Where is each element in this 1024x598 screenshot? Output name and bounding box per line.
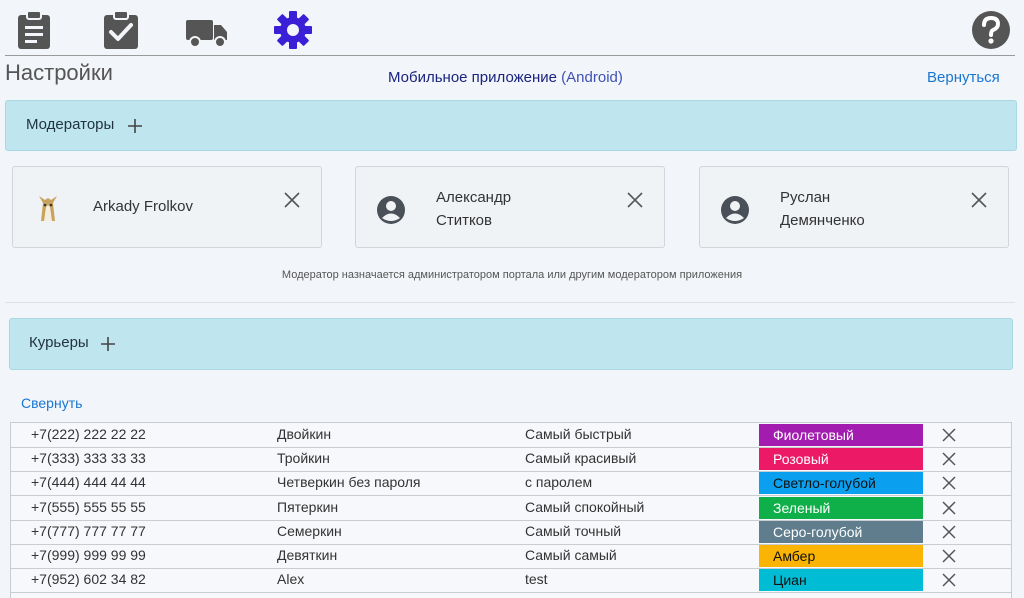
back-link[interactable]: Вернуться (927, 69, 1000, 86)
moderator-name: Александр Ститков (436, 186, 511, 232)
remove-courier-icon[interactable] (941, 500, 957, 516)
moderator-card: Александр Ститков (355, 166, 665, 248)
courier-name: Двойкин (277, 426, 332, 442)
courier-name: Девяткин (277, 547, 338, 563)
courier-phone: +7(222) 222 22 22 (31, 426, 146, 442)
moderators-section-bar: Модераторы (5, 100, 1017, 151)
moderator-last-name: Ститков (436, 212, 492, 229)
moderator-hint: Модератор назначается администратором по… (281, 269, 743, 281)
moderator-name: Arkady Frolkov (93, 198, 194, 215)
courier-description: test (525, 571, 548, 588)
collapse-link[interactable]: Свернуть (21, 395, 82, 411)
courier-name: Тройкин (277, 450, 330, 467)
courier-phone: +7(555) 555 55 55 (31, 498, 146, 515)
courier-description: с паролем (525, 474, 593, 491)
courier-description: Самый быстрый (525, 426, 632, 442)
courier-color-badge[interactable]: Розовый (759, 448, 923, 471)
courier-phone: +7(999) 999 99 99 (31, 547, 146, 563)
courier-name: Четверкин без пароля (277, 474, 421, 491)
courier-color-badge[interactable]: Фиолетовый (759, 424, 923, 446)
courier-name: Пятеркин (277, 498, 339, 515)
table-row[interactable]: +7(444) 444 44 44 Четверкин без пароля с п… (11, 471, 1011, 497)
platform-label: (Android) (561, 69, 623, 86)
moderator-first-name: Руслан (780, 189, 831, 206)
courier-phone: +7(777) 777 77 77 (31, 522, 146, 539)
page-title: Настройки (5, 60, 113, 85)
couriers-label: Курьеры (29, 334, 89, 351)
moderator-last-name: Демянченко (780, 212, 865, 229)
courier-phone: +7(444) 444 44 44 (31, 474, 146, 491)
table-row[interactable]: +7(555) 555 55 55 Пятеркин Самый спокойный… (11, 496, 1011, 521)
app-name-label: Мобильное приложение (388, 69, 557, 86)
courier-color-badge[interactable]: Серо-голубой (759, 520, 923, 543)
remove-courier-icon[interactable] (941, 451, 957, 467)
clipboard-check-icon[interactable] (101, 10, 141, 50)
courier-phone: +7(333) 333 33 33 (31, 450, 146, 467)
avatar (39, 196, 57, 221)
courier-phone: +7(952) 602 34 82 (31, 571, 146, 588)
toolbar-divider (5, 55, 1015, 56)
add-courier-icon[interactable] (99, 335, 117, 353)
courier-color-badge[interactable]: Светло-голубой (759, 472, 923, 495)
table-row[interactable]: +7(222) 222 22 22 Двойкин Самый быстрый Фио… (11, 423, 1011, 448)
moderator-card: Arkady Frolkov (12, 166, 322, 248)
section-divider (5, 302, 1015, 303)
help-icon[interactable] (971, 10, 1011, 50)
table-row[interactable]: +7(952) 602 34 82 Alex test Циан (11, 568, 1011, 594)
remove-moderator-icon[interactable] (626, 191, 644, 209)
moderator-name: Руслан Демянченко (780, 186, 865, 232)
courier-name: Alex (277, 571, 305, 588)
remove-courier-icon[interactable] (941, 548, 957, 564)
courier-description: Самый самый (525, 547, 617, 563)
truck-icon[interactable] (185, 10, 229, 50)
moderator-card: Руслан Демянченко (699, 166, 1009, 248)
courier-color-badge[interactable]: Циан (759, 569, 923, 592)
app-name: Мобильное приложение (Android) (388, 69, 623, 86)
account-circle-icon (721, 196, 749, 224)
remove-courier-icon[interactable] (941, 427, 957, 443)
courier-color-badge[interactable]: Зеленый (759, 496, 923, 519)
remove-courier-icon[interactable] (941, 524, 957, 540)
table-row[interactable]: +7(777) 777 77 77 Семеркин Самый точный Сер… (11, 520, 1011, 545)
remove-moderator-icon[interactable] (283, 191, 301, 209)
remove-courier-icon[interactable] (941, 475, 957, 491)
top-toolbar (0, 0, 1024, 56)
courier-description: Самый красивый (525, 450, 637, 467)
remove-courier-icon[interactable] (941, 572, 957, 588)
courier-description: Самый точный (525, 522, 622, 539)
account-circle-icon (377, 196, 405, 224)
table-row[interactable]: +7(333) 333 33 33 Тройкин Самый красивый Ро… (11, 447, 1011, 473)
table-row[interactable]: +7(999) 999 99 99 Девяткин Самый самый Амбе… (11, 544, 1011, 569)
clipboard-icon[interactable] (14, 10, 54, 50)
courier-description: Самый спокойный (525, 498, 645, 515)
add-moderator-icon[interactable] (126, 117, 144, 135)
moderator-first-name: Александр (436, 189, 512, 206)
gear-icon[interactable] (273, 10, 313, 50)
remove-moderator-icon[interactable] (970, 191, 988, 209)
courier-name: Семеркин (277, 522, 342, 539)
courier-color-badge[interactable]: Амбер (759, 545, 923, 567)
couriers-section-bar: Курьеры (9, 318, 1013, 370)
couriers-table: +7(222) 222 22 22 Двойкин Самый быстрый Фио… (10, 422, 1012, 598)
moderators-label: Модераторы (26, 116, 115, 133)
